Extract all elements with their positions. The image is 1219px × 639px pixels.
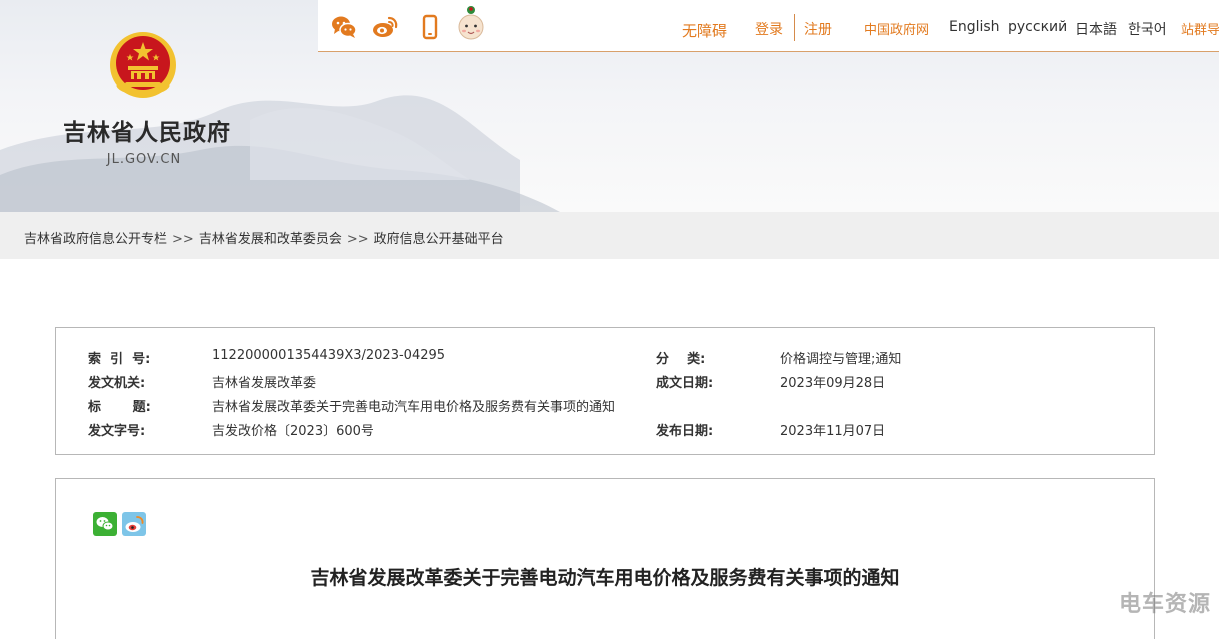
breadcrumb-separator: >> <box>346 232 369 247</box>
assistant-avatar-icon[interactable] <box>456 4 486 42</box>
wechat-share-icon[interactable] <box>93 512 117 536</box>
breadcrumb-item-gov-info[interactable]: 吉林省政府信息公开专栏 <box>24 232 167 247</box>
doc-number-value: 吉发改价格〔2023〕600号 <box>212 424 374 439</box>
lang-english-link[interactable]: English <box>949 19 1000 35</box>
breadcrumb: 吉林省政府信息公开专栏 >> 吉林省发展和改革委员会 >> 政府信息公开基础平台 <box>24 228 504 247</box>
lang-russian-link[interactable]: русский <box>1008 19 1067 35</box>
publish-date-value: 2023年11月07日 <box>780 424 886 439</box>
weibo-share-icon[interactable] <box>122 512 146 536</box>
category-label: 分 类: <box>656 352 706 367</box>
index-label: 索 引 号: <box>88 352 151 367</box>
document-meta-box: 索 引 号: 1122000001354439X3/2023-04295 分 类… <box>55 327 1155 455</box>
publish-date-label: 发布日期: <box>656 424 714 439</box>
breadcrumb-item-drc[interactable]: 吉林省发展和改革委员会 <box>199 232 342 247</box>
issuer-label: 发文机关: <box>88 376 146 391</box>
category-value: 价格调控与管理;通知 <box>780 352 902 367</box>
written-date-value: 2023年09月28日 <box>780 376 886 391</box>
site-header: 吉林省人民政府 JL.GOV.CN 无障碍 登录 注册 中国政府网 Englis… <box>0 0 1219 212</box>
watermark: 电车资源 <box>1118 592 1211 617</box>
index-value: 1122000001354439X3/2023-04295 <box>212 348 446 363</box>
login-link[interactable]: 登录 <box>755 19 783 39</box>
title-label: 标 题: <box>88 400 151 415</box>
site-domain: JL.GOV.CN <box>106 152 182 167</box>
weibo-icon[interactable] <box>372 14 398 40</box>
accessibility-link[interactable]: 无障碍 <box>682 20 727 41</box>
mobile-icon[interactable] <box>417 14 443 40</box>
gov-portal-link[interactable]: 中国政府网 <box>864 19 929 38</box>
lang-korean-link[interactable]: 한국어 <box>1128 19 1167 39</box>
breadcrumb-item-platform[interactable]: 政府信息公开基础平台 <box>374 232 504 247</box>
doc-number-label: 发文字号: <box>88 424 146 439</box>
written-date-label: 成文日期: <box>656 376 714 391</box>
register-link[interactable]: 注册 <box>804 19 832 39</box>
lang-japanese-link[interactable]: 日本語 <box>1075 19 1117 39</box>
divider <box>794 14 795 41</box>
issuer-value: 吉林省发展改革委 <box>212 376 317 391</box>
title-value: 吉林省发展改革委关于完善电动汽车用电价格及服务费有关事项的通知 <box>212 400 616 415</box>
breadcrumb-bar: 吉林省政府信息公开专栏 >> 吉林省发展和改革委员会 >> 政府信息公开基础平台 <box>0 212 1219 259</box>
site-title: 吉林省人民政府 <box>63 120 231 146</box>
site-group-nav-link[interactable]: 站群导航 <box>1181 19 1219 38</box>
top-toolbar: 无障碍 登录 注册 中国政府网 English русский 日本語 한국어 … <box>318 0 1219 52</box>
national-emblem <box>110 32 176 98</box>
article-title: 吉林省发展改革委关于完善电动汽车用电价格及服务费有关事项的通知 <box>310 567 900 589</box>
wechat-icon[interactable] <box>331 14 357 40</box>
breadcrumb-separator: >> <box>172 232 194 247</box>
